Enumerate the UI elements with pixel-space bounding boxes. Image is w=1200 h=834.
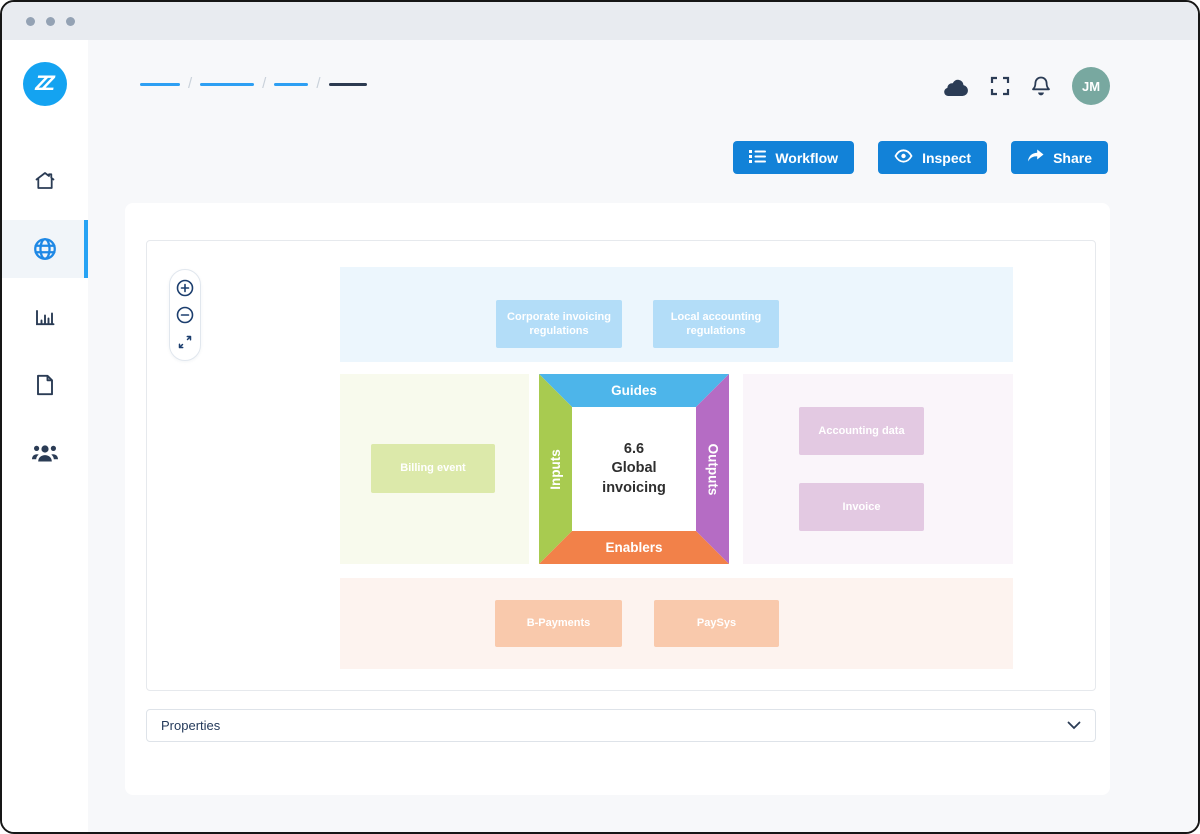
window-dot[interactable]: [46, 17, 55, 26]
breadcrumb-separator: /: [262, 76, 266, 91]
content-panel: Corporate invoicing regulations Local ac…: [125, 203, 1110, 795]
sidebar-item-analytics[interactable]: [2, 288, 88, 346]
node-label: B-Payments: [527, 616, 591, 630]
app-logo[interactable]: ZZ: [23, 62, 67, 106]
fullscreen-icon[interactable]: [990, 76, 1010, 96]
breadcrumb-separator: /: [188, 76, 192, 91]
home-icon: [33, 169, 57, 193]
node-label: Accounting data: [818, 424, 904, 438]
zoom-out-button[interactable]: [176, 306, 194, 324]
diagram-node-b-payments[interactable]: B-Payments: [495, 600, 622, 647]
sidebar: ZZ: [2, 40, 88, 832]
inspect-button-label: Inspect: [922, 150, 971, 166]
diagram-node-invoice[interactable]: Invoice: [799, 483, 924, 531]
outputs-region: [743, 374, 1013, 564]
users-icon: [31, 442, 59, 464]
sidebar-item-processes[interactable]: [2, 220, 88, 278]
share-button[interactable]: Share: [1011, 141, 1108, 174]
window-dot[interactable]: [66, 17, 75, 26]
breadcrumb-segment[interactable]: [140, 83, 180, 86]
inspect-button[interactable]: Inspect: [878, 141, 987, 174]
window-titlebar: [2, 2, 1198, 40]
zoom-controls: [169, 269, 201, 361]
diagram-node-local-accounting-regulations[interactable]: Local accounting regulations: [653, 300, 779, 348]
diagram-canvas[interactable]: Corporate invoicing regulations Local ac…: [146, 240, 1096, 691]
avatar[interactable]: JM: [1072, 67, 1110, 105]
document-icon: [34, 373, 56, 397]
app-logo-text: ZZ: [35, 72, 55, 96]
workflow-button[interactable]: Workflow: [733, 141, 854, 174]
app-window: ZZ: [0, 0, 1200, 834]
workflow-button-label: Workflow: [775, 150, 838, 166]
node-label: Corporate invoicing regulations: [504, 310, 614, 339]
toolbar: Workflow Inspect Share: [733, 141, 1108, 174]
node-label: PaySys: [697, 616, 736, 630]
zoom-in-button[interactable]: [176, 279, 194, 297]
header-icon-row: JM: [942, 67, 1110, 105]
share-button-label: Share: [1053, 150, 1092, 166]
avatar-initials: JM: [1082, 79, 1100, 94]
cloud-icon[interactable]: [942, 77, 969, 96]
breadcrumb-segment[interactable]: [200, 83, 254, 86]
eye-icon: [894, 149, 913, 166]
breadcrumb-segment[interactable]: [274, 83, 308, 86]
sidebar-item-documents[interactable]: [2, 356, 88, 414]
list-icon: [749, 149, 766, 167]
breadcrumb: / / /: [140, 77, 367, 92]
sidebar-item-home[interactable]: [2, 152, 88, 210]
diagram-node-accounting-data[interactable]: Accounting data: [799, 407, 924, 455]
properties-label: Properties: [161, 718, 220, 733]
bar-chart-icon: [33, 305, 57, 329]
sidebar-nav: [2, 152, 88, 492]
sidebar-item-users[interactable]: [2, 424, 88, 482]
breadcrumb-separator: /: [316, 76, 320, 91]
window-dot[interactable]: [26, 17, 35, 26]
fit-to-screen-icon[interactable]: [176, 333, 194, 351]
process-frame-shape[interactable]: Guides Inputs Outputs Enablers 6.6 Globa…: [539, 374, 729, 564]
globe-icon: [32, 236, 58, 262]
diagram-node-corporate-invoicing-regulations[interactable]: Corporate invoicing regulations: [496, 300, 622, 348]
node-label: Local accounting regulations: [661, 310, 771, 339]
enablers-band-label: Enablers: [539, 531, 729, 564]
chevron-down-icon[interactable]: [1067, 717, 1081, 735]
node-label: Billing event: [400, 461, 465, 475]
diagram-node-paysys[interactable]: PaySys: [654, 600, 779, 647]
node-label: Invoice: [843, 500, 881, 514]
breadcrumb-segment-current: [329, 83, 367, 86]
main-area: / / /: [88, 40, 1198, 832]
properties-bar[interactable]: Properties: [146, 709, 1096, 742]
share-icon: [1027, 149, 1044, 167]
diagram-node-billing-event[interactable]: Billing event: [371, 444, 495, 493]
process-title: 6.6 Global invoicing: [572, 407, 696, 531]
bell-icon[interactable]: [1031, 75, 1051, 97]
